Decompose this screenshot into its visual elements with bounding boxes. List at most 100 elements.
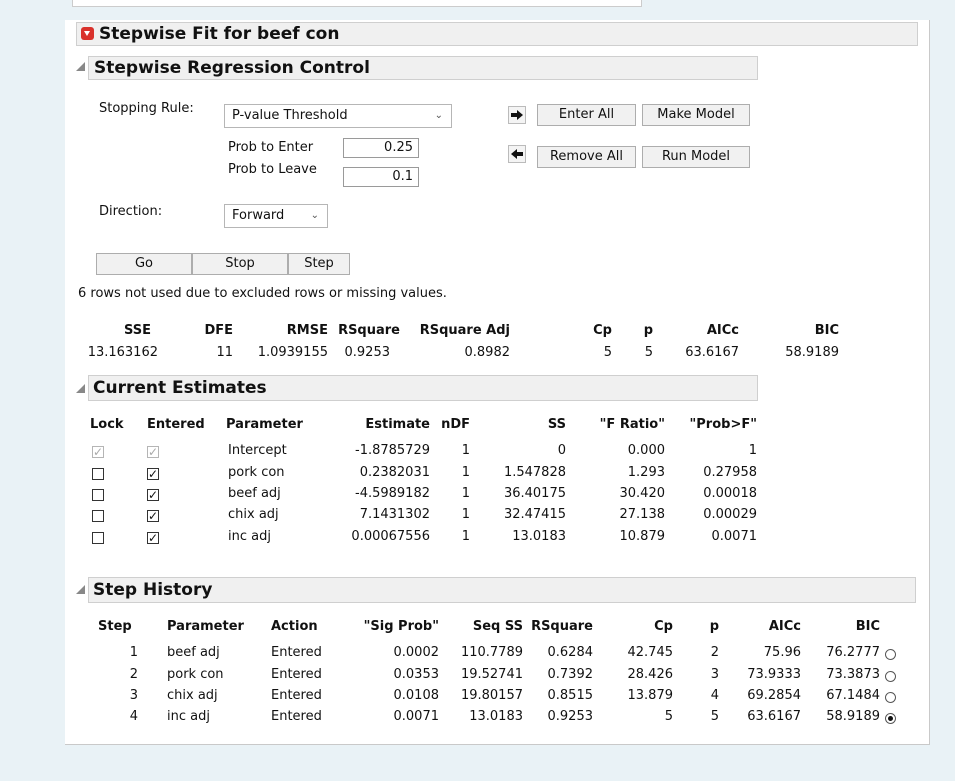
disclosure-icon[interactable] [76, 384, 85, 393]
estimate-f-ratio: 1.293 [627, 465, 665, 480]
arrow-right-icon [511, 110, 523, 120]
estimates-header-prob-f: "Prob>F" [689, 417, 758, 432]
entered-checkbox: ✓ [147, 445, 159, 459]
estimate-parameter: inc adj [228, 529, 271, 544]
direction-select[interactable]: Forward ⌄ [224, 204, 328, 228]
estimate-value: 0.2382031 [359, 465, 430, 480]
history-cp: 28.426 [627, 667, 674, 682]
step-button[interactable]: Step [288, 253, 350, 275]
step-select-radio[interactable] [885, 713, 896, 724]
history-p: 2 [710, 645, 719, 660]
lock-checkbox[interactable] [92, 510, 104, 522]
stopping-rule-select[interactable]: P-value Threshold ⌄ [224, 104, 452, 128]
history-cp: 42.745 [627, 645, 674, 660]
history-bic: 58.9189 [826, 709, 880, 724]
estimates-header-ss: SS [547, 417, 566, 432]
enter-all-button[interactable]: Enter All [537, 104, 636, 126]
lock-checkbox[interactable] [92, 532, 104, 544]
estimate-value: 0.00067556 [351, 529, 430, 544]
summary-value-rsquare-adj: 0.8982 [464, 345, 511, 360]
estimate-ndf: 1 [461, 507, 470, 522]
make-model-button[interactable]: Make Model [642, 104, 750, 126]
history-seq-ss: 110.7789 [460, 645, 523, 660]
prob-enter-field[interactable]: 0.25 [343, 138, 419, 158]
estimate-prob-f: 0.00018 [703, 486, 757, 501]
estimates-header-f-ratio: "F Ratio" [599, 417, 665, 432]
history-bic: 67.1484 [826, 688, 880, 703]
entered-checkbox[interactable]: ✓ [147, 489, 159, 501]
summary-value-rsquare: 0.9253 [344, 345, 391, 360]
summary-header-aicc: AICc [706, 323, 739, 338]
history-header-seq-ss: Seq SS [472, 619, 523, 634]
history-parameter: chix adj [167, 688, 218, 703]
history-action: Entered [271, 645, 322, 660]
step-select-radio[interactable] [885, 692, 896, 703]
summary-header-rsquare: RSquare [338, 323, 400, 338]
step-select-radio[interactable] [885, 649, 896, 660]
remove-all-button[interactable]: Remove All [537, 146, 636, 168]
summary-header-p: p [643, 323, 653, 338]
prob-leave-field[interactable]: 0.1 [343, 167, 419, 187]
control-title: Stepwise Regression Control [94, 58, 370, 78]
go-button[interactable]: Go [96, 253, 192, 275]
history-action: Entered [271, 667, 322, 682]
estimate-value: 7.1431302 [359, 507, 430, 522]
history-p: 4 [710, 688, 719, 703]
history-bic: 76.2777 [826, 645, 880, 660]
remove-arrow-button[interactable] [508, 145, 526, 163]
history-step: 4 [129, 709, 138, 724]
history-aicc: 63.6167 [747, 709, 801, 724]
disclosure-icon[interactable] [76, 62, 85, 71]
history-header-parameter: Parameter [167, 619, 244, 634]
report-title-bar[interactable]: Stepwise Fit for beef con [76, 22, 918, 46]
disclosure-icon[interactable] [76, 585, 85, 594]
enter-arrow-button[interactable] [508, 106, 526, 124]
summary-value-rmse: 1.0939155 [257, 345, 328, 360]
entered-checkbox[interactable]: ✓ [147, 468, 159, 480]
estimate-ndf: 1 [461, 443, 470, 458]
estimate-parameter: chix adj [228, 507, 279, 522]
history-rsquare: 0.6284 [547, 645, 594, 660]
lock-checkbox[interactable] [92, 468, 104, 480]
estimate-ss: 1.547828 [503, 465, 566, 480]
history-step: 2 [129, 667, 138, 682]
history-seq-ss: 19.80157 [460, 688, 523, 703]
summary-header-rmse: RMSE [286, 323, 328, 338]
control-outline-header[interactable]: Stepwise Regression Control [88, 56, 758, 80]
history-cp: 5 [664, 709, 673, 724]
history-parameter: pork con [167, 667, 224, 682]
history-header-cp: Cp [654, 619, 673, 634]
history-aicc: 73.9333 [747, 667, 801, 682]
entered-checkbox[interactable]: ✓ [147, 532, 159, 544]
history-parameter: inc adj [167, 709, 210, 724]
estimates-title: Current Estimates [93, 378, 267, 398]
summary-header-cp: Cp [593, 323, 612, 338]
estimate-ss: 36.40175 [503, 486, 566, 501]
estimate-f-ratio: 10.879 [619, 529, 666, 544]
estimates-header-estimate: Estimate [365, 417, 430, 432]
estimate-ss: 32.47415 [503, 507, 566, 522]
estimate-ndf: 1 [461, 465, 470, 480]
estimates-header-parameter: Parameter [226, 417, 303, 432]
estimate-f-ratio: 30.420 [619, 486, 666, 501]
stop-button[interactable]: Stop [192, 253, 288, 275]
history-header-bic: BIC [855, 619, 880, 634]
lock-checkbox[interactable] [92, 489, 104, 501]
entered-checkbox[interactable]: ✓ [147, 510, 159, 522]
summary-value-aicc: 63.6167 [685, 345, 739, 360]
history-aicc: 69.2854 [747, 688, 801, 703]
history-action: Entered [271, 688, 322, 703]
estimate-prob-f: 0.0071 [711, 529, 758, 544]
prob-enter-label: Prob to Enter [228, 140, 314, 155]
run-model-button[interactable]: Run Model [642, 146, 750, 168]
estimates-outline-header[interactable]: Current Estimates [88, 375, 758, 401]
chevron-down-icon: ⌄ [434, 110, 443, 121]
red-triangle-menu-icon[interactable] [81, 27, 94, 40]
history-outline-header[interactable]: Step History [88, 577, 916, 603]
estimate-ndf: 1 [461, 529, 470, 544]
prob-leave-label: Prob to Leave [228, 162, 317, 177]
step-select-radio[interactable] [885, 671, 896, 682]
summary-value-bic: 58.9189 [785, 345, 839, 360]
estimates-header-entered: Entered [147, 417, 205, 432]
summary-value-dfe: 11 [216, 345, 233, 360]
